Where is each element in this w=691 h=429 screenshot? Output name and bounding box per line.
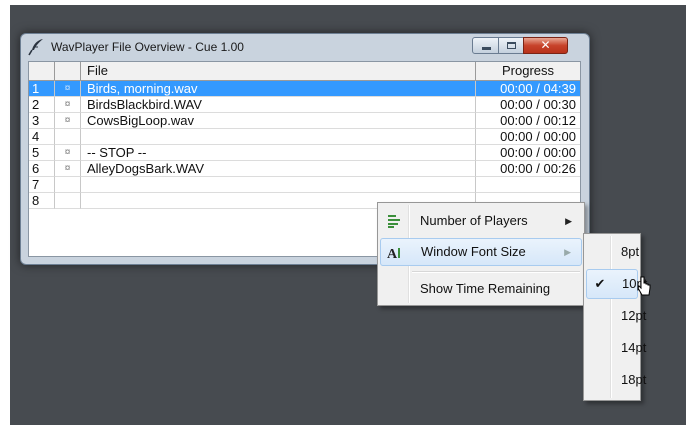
row-file-name: CowsBigLoop.wav <box>81 113 476 129</box>
header-number[interactable] <box>29 62 55 80</box>
row-status-icon: ¤ <box>55 145 81 161</box>
menu-item-label: 8pt <box>621 244 640 259</box>
row-progress: 00:00 / 00:00 <box>476 145 580 161</box>
table-row[interactable]: 1 ¤ Birds, morning.wav 00:00 / 04:39 <box>29 81 580 97</box>
menu-item-label: 14pt <box>621 340 647 355</box>
menu-item-window-font-size[interactable]: A Window Font Size ▶ <box>380 238 582 266</box>
row-number: 8 <box>29 193 55 209</box>
menu-item-label: Show Time Remaining <box>420 281 551 296</box>
row-file-name: AlleyDogsBark.WAV <box>81 161 476 177</box>
row-number: 5 <box>29 145 55 161</box>
menu-item-label: Window Font Size <box>421 244 526 259</box>
font-size-item-8pt[interactable]: 8pt <box>586 237 640 267</box>
close-icon: ✕ <box>540 38 551 52</box>
row-number: 7 <box>29 177 55 193</box>
submenu-arrow-icon: ▶ <box>565 216 572 226</box>
maximize-icon <box>507 42 516 49</box>
row-status-icon: ¤ <box>55 161 81 177</box>
font-size-submenu: 8pt ✔ 10pt 12pt 14pt 18pt <box>583 233 647 401</box>
font-size-item-10pt[interactable]: ✔ 10pt <box>586 269 647 299</box>
submenu-arrow-icon: ▶ <box>564 247 571 257</box>
players-list-icon <box>386 213 402 229</box>
row-progress: 00:00 / 04:39 <box>476 81 580 97</box>
maximize-button[interactable] <box>498 37 524 54</box>
minimize-icon <box>482 47 491 50</box>
feather-quill-icon <box>28 39 43 56</box>
row-status-icon <box>55 193 81 209</box>
row-progress <box>476 177 580 193</box>
font-size-item-12pt[interactable]: 12pt <box>586 301 646 331</box>
checkmark-icon: ✔ <box>594 276 606 291</box>
menu-item-label: 12pt <box>621 308 647 323</box>
row-file-name: BirdsBlackbird.WAV <box>81 97 476 113</box>
table-row[interactable]: 5 ¤ -- STOP -- 00:00 / 00:00 <box>29 145 580 161</box>
row-status-icon <box>55 177 81 193</box>
header-file[interactable]: File <box>81 62 476 80</box>
row-progress: 00:00 / 00:26 <box>476 161 580 177</box>
header-progress[interactable]: Progress <box>476 62 580 80</box>
row-progress: 00:00 / 00:30 <box>476 97 580 113</box>
row-number: 3 <box>29 113 55 129</box>
table-header: File Progress <box>29 62 580 81</box>
menu-separator <box>412 271 580 273</box>
font-size-item-14pt[interactable]: 14pt <box>586 333 646 363</box>
table-row[interactable]: 3 ¤ CowsBigLoop.wav 00:00 / 00:12 <box>29 113 580 129</box>
row-number: 1 <box>29 81 55 97</box>
row-progress: 00:00 / 00:00 <box>476 129 580 145</box>
menu-item-show-time-remaining[interactable]: Show Time Remaining <box>380 275 582 303</box>
row-number: 4 <box>29 129 55 145</box>
title-bar[interactable]: WavPlayer File Overview - Cue 1.00 ✕ <box>21 34 589 60</box>
row-status-icon: ¤ <box>55 97 81 113</box>
context-menu: Number of Players ▶ A Window Font Size ▶… <box>377 202 585 306</box>
svg-text:A: A <box>387 247 398 261</box>
table-row[interactable]: 7 <box>29 177 580 193</box>
row-status-icon: ¤ <box>55 113 81 129</box>
row-status-icon: ¤ <box>55 81 81 97</box>
window-title: WavPlayer File Overview - Cue 1.00 <box>51 40 244 54</box>
row-file-name: Birds, morning.wav <box>81 81 476 97</box>
row-number: 2 <box>29 97 55 113</box>
close-button[interactable]: ✕ <box>523 37 568 54</box>
header-icon[interactable] <box>55 62 81 80</box>
font-size-item-18pt[interactable]: 18pt <box>586 365 646 395</box>
table-row[interactable]: 6 ¤ AlleyDogsBark.WAV 00:00 / 00:26 <box>29 161 580 177</box>
row-number: 6 <box>29 161 55 177</box>
table-row[interactable]: 2 ¤ BirdsBlackbird.WAV 00:00 / 00:30 <box>29 97 580 113</box>
font-size-icon: A <box>387 245 403 262</box>
menu-item-number-of-players[interactable]: Number of Players ▶ <box>380 207 582 235</box>
row-progress: 00:00 / 00:12 <box>476 113 580 129</box>
menu-item-label: 18pt <box>621 372 647 387</box>
row-file-name: -- STOP -- <box>81 145 476 161</box>
row-file-name <box>81 177 476 193</box>
table-row[interactable]: 4 00:00 / 00:00 <box>29 129 580 145</box>
minimize-button[interactable] <box>472 37 499 54</box>
row-status-icon <box>55 129 81 145</box>
menu-item-label: Number of Players <box>420 213 528 228</box>
hand-pointer-cursor-icon <box>637 276 651 296</box>
row-file-name <box>81 129 476 145</box>
